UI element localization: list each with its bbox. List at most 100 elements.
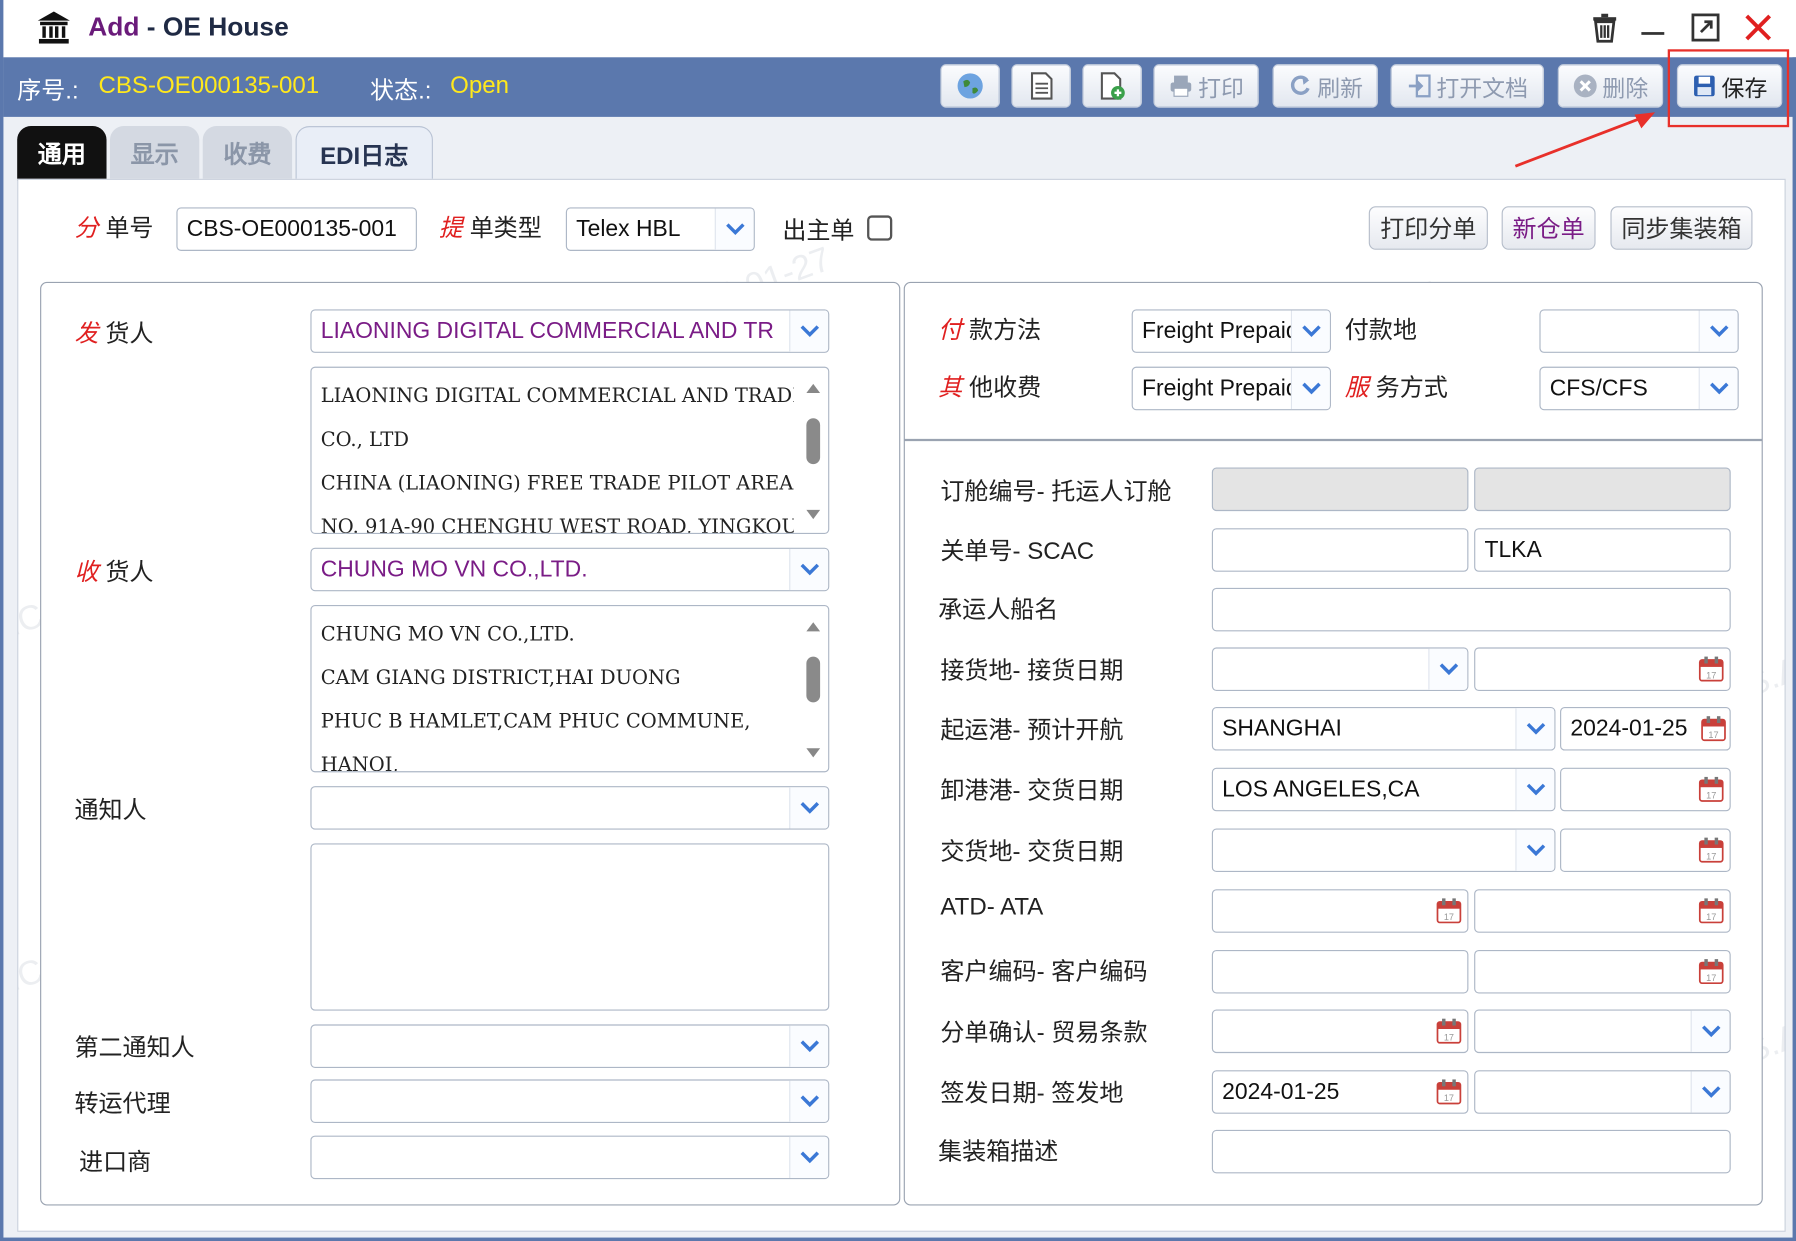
issue-date-field[interactable]: 2024-01-25 17 — [1211, 1070, 1469, 1114]
notify-address-textarea[interactable] — [310, 843, 830, 1011]
close-icon[interactable] — [1742, 11, 1774, 43]
calendar-icon[interactable]: 17 — [1431, 1078, 1468, 1106]
carrier-vessel-field[interactable] — [1211, 587, 1731, 632]
issue-place-select[interactable] — [1474, 1070, 1731, 1114]
title-sep: - — [139, 11, 163, 42]
customer-code-2-field[interactable]: 17 — [1474, 949, 1731, 994]
receipt-place-select[interactable] — [1211, 647, 1469, 691]
port-of-loading-select[interactable]: SHANGHAI — [1211, 707, 1556, 751]
delete-button[interactable]: 删除 — [1557, 64, 1664, 108]
importer-label: 进口商 — [79, 1149, 152, 1176]
hbl-confirm-date-field[interactable]: 17 — [1211, 1009, 1469, 1054]
receipt-date-field[interactable]: 17 — [1474, 647, 1731, 691]
ata-date-field[interactable]: 17 — [1474, 889, 1731, 933]
shipper-select[interactable]: LIAONING DIGITAL COMMERCIAL AND TR — [310, 309, 830, 353]
refresh-button[interactable]: 刷新 — [1272, 64, 1378, 108]
consignee-label: 收货人 — [74, 559, 154, 586]
chevron-down-icon — [1690, 1010, 1730, 1052]
booking-number-field[interactable] — [1211, 467, 1469, 512]
svg-text:17: 17 — [1708, 730, 1718, 740]
transfer-agent-select[interactable] — [310, 1079, 830, 1123]
delivery-place-label: 交货地- 交货日期 — [940, 838, 1124, 866]
chevron-down-icon — [1290, 310, 1330, 352]
importer-select[interactable] — [310, 1135, 830, 1180]
bl-type-label: 提单类型 — [438, 215, 542, 242]
consignee-address-textarea[interactable]: CHUNG MO VN CO.,LTD. CAM GIANG DISTRICT,… — [310, 605, 830, 773]
calendar-icon[interactable]: 17 — [1693, 958, 1730, 986]
svg-text:17: 17 — [1706, 912, 1716, 922]
chevron-down-icon — [1515, 829, 1555, 871]
delivery-date-field[interactable]: 17 — [1560, 828, 1731, 873]
customer-code-label: 客户编码- 客户编码 — [940, 959, 1148, 986]
container-desc-field[interactable] — [1211, 1129, 1731, 1174]
open-document-icon — [1408, 74, 1431, 98]
etd-date-field[interactable]: 2024-01-25 17 — [1560, 707, 1731, 751]
port-of-discharge-select[interactable]: LOS ANGELES,CA — [1211, 767, 1556, 812]
service-mode-select[interactable]: CFS/CFS — [1539, 366, 1739, 411]
scrollbar[interactable] — [803, 377, 824, 526]
calendar-icon[interactable]: 17 — [1431, 1018, 1468, 1046]
minimize-icon[interactable] — [1637, 11, 1669, 43]
notify-label: 通知人 — [74, 797, 147, 824]
notify2-label: 第二通知人 — [74, 1034, 195, 1062]
globe-button[interactable] — [940, 64, 1000, 108]
chevron-down-icon — [789, 787, 829, 829]
notify2-select[interactable] — [310, 1024, 830, 1068]
document-icon — [1030, 72, 1053, 100]
customer-code-field[interactable] — [1211, 949, 1469, 994]
bl-type-select[interactable]: Telex HBL — [565, 207, 755, 251]
other-charge-select[interactable]: Freight Prepaid — [1131, 366, 1331, 411]
pay-method-select[interactable]: Freight Prepaid — [1131, 309, 1331, 353]
shipper-label: 发货人 — [74, 320, 154, 348]
calendar-icon[interactable]: 17 — [1697, 715, 1730, 743]
chevron-down-icon — [1515, 768, 1555, 811]
printer-icon — [1170, 75, 1192, 97]
chevron-down-icon — [1698, 367, 1738, 410]
calendar-icon[interactable]: 17 — [1431, 897, 1468, 925]
chevron-down-icon — [789, 310, 829, 352]
tab-charges[interactable]: 收费 — [202, 126, 293, 182]
delivery-place-select[interactable] — [1211, 828, 1556, 873]
maximize-icon[interactable] — [1689, 11, 1721, 43]
trash-icon[interactable] — [1589, 11, 1621, 43]
service-mode-label: 服务方式 — [1344, 374, 1448, 402]
hbl-number-field[interactable]: CBS-OE000135-001 — [176, 207, 417, 251]
scac-field[interactable]: TLKA — [1474, 528, 1731, 572]
other-charge-label: 其他收费 — [938, 374, 1042, 402]
sync-container-button[interactable]: 同步集装箱 — [1610, 206, 1753, 250]
new-warehouse-button[interactable]: 新仓单 — [1501, 206, 1596, 250]
open-document-button[interactable]: 打开文档 — [1390, 64, 1545, 108]
customs-scac-label: 关单号- SCAC — [940, 538, 1095, 565]
print-hbl-button[interactable]: 打印分单 — [1368, 206, 1488, 250]
pay-place-select[interactable] — [1539, 309, 1739, 353]
chevron-down-icon — [789, 1025, 829, 1067]
shipper-address-textarea[interactable]: LIAONING DIGITAL COMMERCIAL AND TRADING … — [310, 366, 830, 534]
customs-number-field[interactable] — [1211, 528, 1469, 572]
chevron-down-icon — [1698, 310, 1738, 352]
calendar-icon[interactable]: 17 — [1693, 655, 1730, 683]
consignee-select[interactable]: CHUNG MO VN CO.,LTD. — [310, 547, 830, 592]
pay-method-label: 付款方法 — [938, 317, 1042, 344]
booking-label: 订舱编号- 托运人订舱 — [940, 478, 1172, 506]
discharge-date-field[interactable]: 17 — [1560, 767, 1731, 812]
shipper-booking-field[interactable] — [1474, 467, 1731, 512]
notify-select[interactable] — [310, 786, 830, 830]
calendar-icon[interactable]: 17 — [1693, 836, 1730, 864]
trade-terms-select[interactable] — [1474, 1009, 1731, 1054]
master-checkbox[interactable] — [867, 215, 893, 241]
calendar-icon[interactable]: 17 — [1693, 776, 1730, 804]
svg-text:17: 17 — [1706, 791, 1716, 801]
pointer-arrow-icon — [1514, 112, 1656, 168]
tab-edi-log[interactable]: EDI日志 — [295, 126, 433, 182]
refresh-label: 刷新 — [1317, 76, 1364, 102]
tab-display[interactable]: 显示 — [109, 126, 200, 182]
calendar-icon[interactable]: 17 — [1693, 897, 1730, 925]
globe-icon — [957, 73, 983, 99]
tab-general[interactable]: 通用 — [17, 126, 107, 182]
atd-date-field[interactable]: 17 — [1211, 889, 1469, 933]
document-button[interactable] — [1011, 64, 1071, 108]
svg-text:17: 17 — [1706, 973, 1716, 983]
new-document-button[interactable] — [1082, 64, 1142, 108]
scrollbar[interactable] — [803, 615, 824, 764]
print-button[interactable]: 打印 — [1153, 64, 1259, 108]
